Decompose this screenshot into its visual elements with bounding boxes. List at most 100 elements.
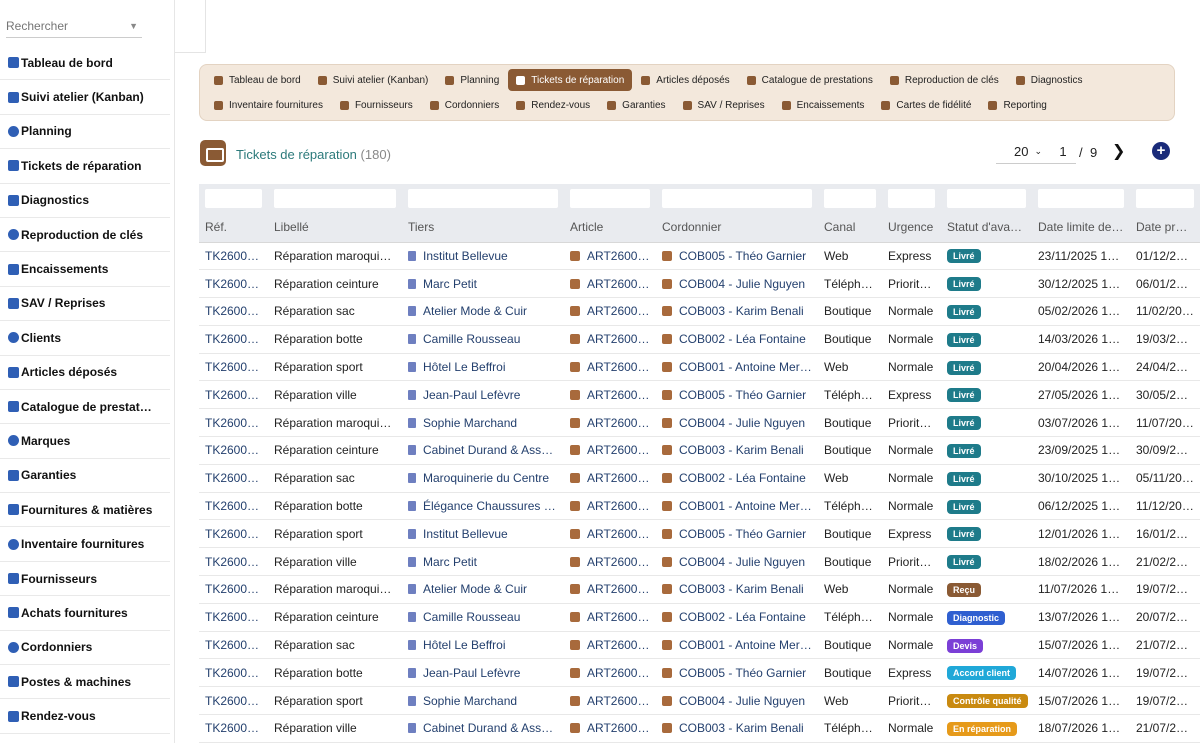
tiers-link[interactable]: Camille Rousseau [423,610,520,624]
tiers-cell[interactable]: Institut Bellevue [402,519,564,549]
ref-link[interactable]: TK2600173 [199,436,268,465]
sidebar-search[interactable]: ▼ [6,14,142,38]
article-cell[interactable]: ART260026 [564,631,656,660]
article-cell[interactable]: ART260035 [564,380,656,410]
article-cell[interactable]: ART260037 [564,325,656,354]
tiers-cell[interactable]: Camille Rousseau [402,325,564,354]
sidebar-item[interactable]: Postes & machines [0,665,170,700]
cordonnier-cell[interactable]: COB001 - Antoine Merc… [656,353,818,382]
table-row[interactable]: TK2600172 Réparation sac Maroquinerie du C… [199,464,1200,493]
sidebar-item[interactable]: Fournisseurs [0,562,170,597]
cordonnier-link[interactable]: COB001 - Antoine Merc… [679,638,818,652]
sidebar-item[interactable]: Tableau de bord [0,46,170,81]
column-filter-input[interactable] [570,189,650,208]
tiers-link[interactable]: Atelier Mode & Cuir [423,582,527,596]
tiers-cell[interactable]: Jean-Paul Lefèvre [402,380,564,410]
table-row[interactable]: TK2600166 Réparation sac Hôtel Le Beffroi A… [199,631,1200,660]
top-nav-tab[interactable]: Reporting [980,94,1054,116]
column-header[interactable]: Cordonnier [656,212,818,243]
article-link[interactable]: ART260037 [587,332,651,346]
tiers-link[interactable]: Cabinet Durand & Assoc… [423,443,564,457]
article-cell[interactable]: ART260024 [564,686,656,716]
sidebar-item[interactable]: Marques [0,424,170,459]
top-nav-tab[interactable]: Cartes de fidélité [873,94,979,116]
article-cell[interactable]: ART260030 [564,519,656,549]
article-cell[interactable]: ART260038 [564,297,656,326]
page-number-input[interactable]: 1 [1050,140,1076,164]
article-link[interactable]: ART260026 [587,638,651,652]
cordonnier-cell[interactable]: COB005 - Théo Garnier [656,242,818,271]
ref-link[interactable]: TK2600171 [199,492,268,521]
add-ticket-button[interactable]: + [1152,142,1170,160]
ref-link[interactable]: TK2600166 [199,631,268,660]
ref-link[interactable]: TK2600177 [199,325,268,354]
tiers-cell[interactable]: Sophie Marchand [402,686,564,716]
article-cell[interactable]: ART260040 [564,242,656,271]
column-filter-input[interactable] [824,189,876,208]
top-nav-tab[interactable]: Tickets de réparation [508,69,633,91]
sidebar-item[interactable]: Reproduction de clés [0,218,170,253]
column-filter-input[interactable] [408,189,558,208]
column-filter-input[interactable] [274,189,396,208]
sidebar-item[interactable]: Diagnostics [0,184,170,218]
ref-link[interactable]: TK2600175 [199,380,268,410]
tiers-link[interactable]: Institut Bellevue [423,527,508,541]
top-nav-tab[interactable]: Cordonniers [422,94,507,116]
per-page-select[interactable]: 20 ⌄ [996,140,1052,164]
article-cell[interactable]: ART260029 [564,547,656,577]
tiers-link[interactable]: Élégance Chaussures S… [423,499,564,513]
tiers-link[interactable]: Jean-Paul Lefèvre [423,388,520,402]
column-header[interactable]: Date limite de … [1032,212,1130,243]
top-nav-tab[interactable]: Rendez-vous [508,94,598,116]
top-nav-tab[interactable]: Inventaire fournitures [206,94,331,116]
column-header[interactable]: Urgence [882,212,941,243]
article-link[interactable]: ART260033 [587,443,651,457]
sidebar-item[interactable]: Garanties [0,459,170,494]
article-link[interactable]: ART260025 [587,666,651,680]
article-link[interactable]: ART260038 [587,304,651,318]
sidebar-item[interactable]: Encaissements [0,252,170,287]
sidebar-item[interactable]: Inventaire fournitures [0,527,170,562]
cordonnier-link[interactable]: COB005 - Théo Garnier [679,527,806,541]
cordonnier-link[interactable]: COB005 - Théo Garnier [679,249,806,263]
top-nav-tab[interactable]: SAV / Reprises [675,94,773,116]
tiers-cell[interactable]: Hôtel Le Beffroi [402,631,564,660]
table-row[interactable]: TK2600168 Réparation maroquinerie Atelier … [199,575,1200,604]
table-row[interactable]: TK2600177 Réparation botte Camille Roussea… [199,325,1200,354]
article-cell[interactable]: ART260027 [564,603,656,632]
chevron-down-icon[interactable]: ▼ [129,21,138,31]
cordonnier-link[interactable]: COB004 - Julie Nguyen [679,416,805,430]
table-row[interactable]: TK2600164 Réparation sport Sophie Marchand… [199,686,1200,716]
cordonnier-link[interactable]: COB005 - Théo Garnier [679,388,806,402]
cordonnier-link[interactable]: COB003 - Karim Benali [679,721,804,735]
sidebar-item[interactable]: Suivi atelier (Kanban) [0,80,170,115]
column-header[interactable]: Article [564,212,656,243]
sidebar-item[interactable]: Achats fournitures [0,596,170,631]
table-row[interactable]: TK2600171 Réparation botte Élégance Chauss… [199,492,1200,521]
cordonnier-link[interactable]: COB002 - Léa Fontaine [679,471,806,485]
ref-link[interactable]: TK2600168 [199,575,268,604]
cordonnier-link[interactable]: COB003 - Karim Benali [679,304,804,318]
search-input[interactable] [6,18,116,33]
column-filter-input[interactable] [662,189,812,208]
cordonnier-cell[interactable]: COB004 - Julie Nguyen [656,686,818,716]
tiers-link[interactable]: Jean-Paul Lefèvre [423,666,520,680]
article-link[interactable]: ART260032 [587,471,651,485]
ref-link[interactable]: TK2600178 [199,297,268,326]
tiers-cell[interactable]: Atelier Mode & Cuir [402,297,564,326]
cordonnier-cell[interactable]: COB001 - Antoine Merc… [656,631,818,660]
cordonnier-cell[interactable]: COB004 - Julie Nguyen [656,269,818,299]
article-link[interactable]: ART260035 [587,388,651,402]
cordonnier-link[interactable]: COB004 - Julie Nguyen [679,694,805,708]
cordonnier-cell[interactable]: COB002 - Léa Fontaine [656,464,818,493]
column-filter-input[interactable] [205,189,262,208]
tiers-cell[interactable]: Marc Petit [402,547,564,577]
top-nav-tab[interactable]: Encaissements [774,94,873,116]
article-cell[interactable]: ART260023 [564,714,656,743]
cordonnier-link[interactable]: COB002 - Léa Fontaine [679,332,806,346]
cordonnier-cell[interactable]: COB003 - Karim Benali [656,714,818,743]
cordonnier-link[interactable]: COB005 - Théo Garnier [679,666,806,680]
cordonnier-link[interactable]: COB003 - Karim Benali [679,443,804,457]
cordonnier-link[interactable]: COB001 - Antoine Merc… [679,499,818,513]
next-page-button[interactable]: ❯ [1112,141,1125,161]
